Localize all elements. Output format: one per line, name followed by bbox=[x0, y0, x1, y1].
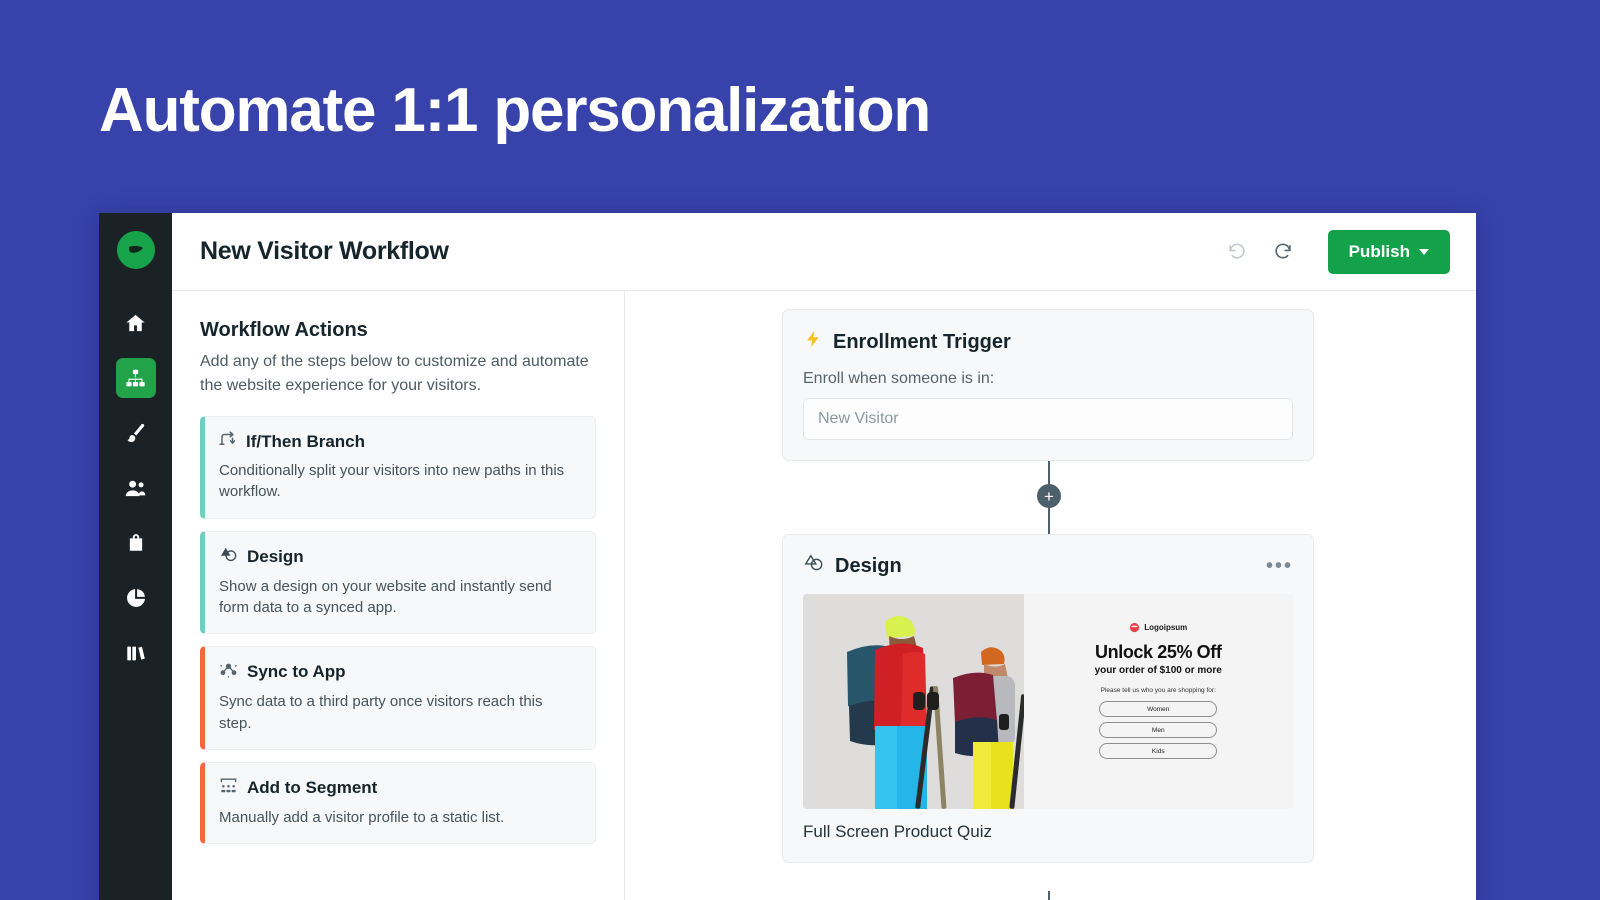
main-column: New Visitor Workflow Publish Workflow Ac… bbox=[172, 213, 1476, 900]
publish-label: Publish bbox=[1348, 241, 1410, 261]
action-card-description: Manually add a visitor profile to a stat… bbox=[219, 808, 505, 826]
pie-chart-icon bbox=[125, 587, 147, 609]
action-card-description: Conditionally split your visitors into n… bbox=[219, 462, 565, 501]
trigger-segment-input[interactable] bbox=[803, 398, 1293, 440]
nav-rail bbox=[99, 213, 172, 900]
lightning-bolt-icon bbox=[803, 328, 823, 356]
topbar: New Visitor Workflow Publish bbox=[172, 213, 1476, 291]
action-card-title-row: If/Then Branch bbox=[219, 430, 579, 453]
quiz-preview: Logoipsum Unlock 25% Off your order of $… bbox=[1023, 594, 1293, 809]
action-card-title-row: Add to Segment bbox=[219, 776, 579, 800]
bag-icon bbox=[125, 532, 147, 554]
quiz-option-kids[interactable]: Kids bbox=[1099, 743, 1218, 759]
undo-icon bbox=[1226, 239, 1248, 264]
two-hikers-photo bbox=[803, 594, 1024, 809]
node-title: Design bbox=[835, 554, 902, 577]
enrollment-trigger-node[interactable]: Enrollment Trigger Enroll when someone i… bbox=[782, 309, 1314, 461]
panel-heading: Workflow Actions bbox=[200, 319, 368, 341]
quiz-subhead: your order of $100 or more bbox=[1094, 665, 1222, 676]
action-card-add-to-segment[interactable]: Add to Segment Manually add a visitor pr… bbox=[200, 761, 596, 845]
action-card-title-row: Sync to App bbox=[219, 660, 579, 684]
design-caption: Full Screen Product Quiz bbox=[803, 822, 992, 841]
branch-icon bbox=[219, 430, 237, 453]
paintbrush-icon bbox=[124, 422, 147, 445]
chevron-down-icon bbox=[1419, 248, 1429, 255]
sidebar-item-analytics[interactable] bbox=[116, 578, 156, 618]
quiz-option-women[interactable]: Women bbox=[1099, 701, 1218, 717]
logo-text: Logoipsum bbox=[1144, 623, 1188, 632]
workflow-actions-panel: Workflow Actions Add any of the steps be… bbox=[172, 291, 625, 900]
workflow-title: New Visitor Workflow bbox=[200, 237, 449, 265]
sidebar-item-design[interactable] bbox=[116, 413, 156, 453]
books-icon bbox=[125, 642, 147, 664]
action-card-title-row: Design bbox=[219, 545, 579, 569]
action-card-sync-to-app[interactable]: Sync to App Sync data to a third party o… bbox=[200, 646, 596, 750]
logoipsum-logo: Logoipsum bbox=[1129, 622, 1187, 633]
design-node[interactable]: Design ••• Logoipsum Unlock 25% Off your… bbox=[782, 534, 1314, 863]
sidebar-item-commerce[interactable] bbox=[116, 523, 156, 563]
sidebar-item-audience[interactable] bbox=[116, 468, 156, 508]
action-card-title: Add to Segment bbox=[247, 777, 378, 797]
node-title-row: Enrollment Trigger bbox=[803, 328, 1293, 356]
action-card-title: Design bbox=[247, 546, 304, 566]
action-card-if-then-branch[interactable]: If/Then Branch Conditionally split your … bbox=[200, 416, 596, 519]
action-card-design[interactable]: Design Show a design on your website and… bbox=[200, 530, 596, 635]
quiz-prompt: Please tell us who you are shopping for: bbox=[1100, 687, 1216, 694]
design-icon bbox=[219, 545, 238, 569]
redo-button[interactable] bbox=[1268, 237, 1298, 267]
leaf-logo[interactable] bbox=[116, 231, 155, 269]
more-options-icon[interactable]: ••• bbox=[1266, 556, 1293, 576]
undo-button[interactable] bbox=[1222, 237, 1252, 267]
publish-button[interactable]: Publish bbox=[1327, 229, 1450, 274]
design-preview[interactable]: Logoipsum Unlock 25% Off your order of $… bbox=[803, 594, 1293, 809]
design-icon bbox=[803, 552, 825, 580]
action-card-title: Sync to App bbox=[247, 662, 346, 682]
sidebar-item-workflows[interactable] bbox=[115, 358, 156, 398]
trigger-label: Enroll when someone is in: bbox=[803, 370, 995, 387]
sitemap-icon bbox=[125, 368, 146, 389]
app-window: New Visitor Workflow Publish Workflow Ac… bbox=[99, 213, 1476, 900]
workflow-canvas[interactable]: Enrollment Trigger Enroll when someone i… bbox=[625, 291, 1476, 900]
action-card-description: Sync data to a third party once visitors… bbox=[219, 693, 543, 732]
node-title: Enrollment Trigger bbox=[833, 330, 1011, 353]
redo-icon bbox=[1272, 239, 1294, 264]
home-icon bbox=[124, 312, 147, 335]
action-card-description: Show a design on your website and instan… bbox=[219, 577, 552, 616]
quiz-headline: Unlock 25% Off bbox=[1095, 642, 1222, 662]
panel-description: Add any of the steps below to customize … bbox=[200, 353, 589, 394]
action-card-title: If/Then Branch bbox=[246, 431, 366, 451]
sidebar-item-home[interactable] bbox=[116, 303, 156, 343]
node-title-row: Design ••• bbox=[803, 552, 1293, 580]
page-title: Automate 1:1 personalization bbox=[99, 76, 931, 145]
sidebar-item-library[interactable] bbox=[116, 633, 156, 673]
body-split: Workflow Actions Add any of the steps be… bbox=[172, 291, 1476, 900]
people-icon bbox=[124, 477, 147, 500]
segment-icon bbox=[219, 776, 238, 800]
add-step-button[interactable]: + bbox=[1037, 484, 1061, 508]
quiz-option-men[interactable]: Men bbox=[1099, 722, 1218, 738]
connector-line-bottom bbox=[1048, 891, 1050, 900]
topbar-actions: Publish bbox=[1222, 229, 1450, 274]
sync-icon bbox=[219, 660, 238, 684]
